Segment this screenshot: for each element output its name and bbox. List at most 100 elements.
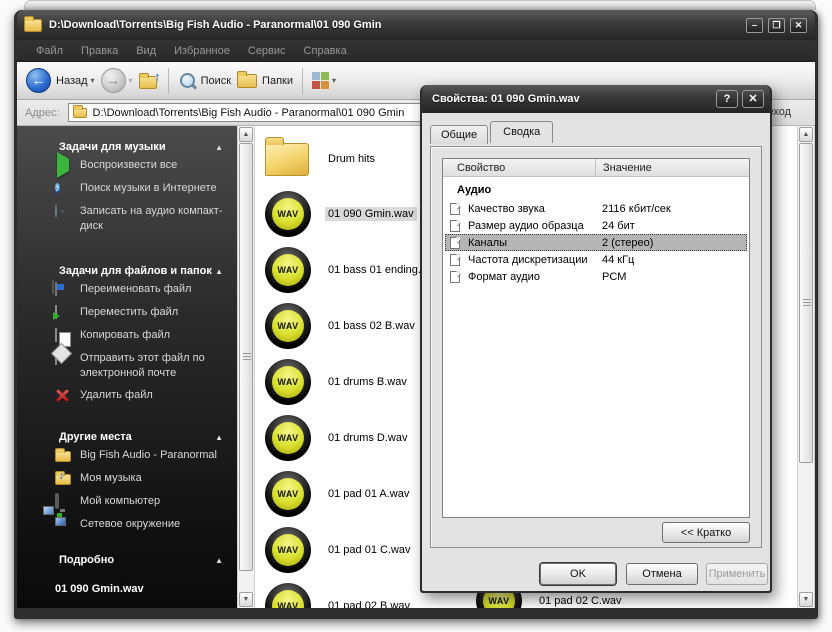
folder-icon [55,451,71,462]
dialog-body: Общие Сводка Свойство Значение Аудио Кач… [422,113,770,591]
collapse-icon[interactable]: ▲ [215,143,223,152]
maximize-button[interactable]: ❐ [768,18,785,33]
scroll-up-icon[interactable]: ▲ [239,127,253,142]
property-row-selected[interactable]: Каналы 2 (стерео) [445,234,747,251]
burn-cd-icon [55,204,57,218]
menu-favorites[interactable]: Избранное [165,45,239,57]
taskpane-scrollbar[interactable]: ▲ ▼ [237,126,255,608]
folders-button[interactable]: Папки [237,74,293,88]
close-button[interactable]: ✕ [790,18,807,33]
property-row[interactable]: Размер аудио образца 24 бит [445,217,747,234]
dialog-tabs: Общие Сводка [430,120,555,142]
wav-file-icon: WAV [265,359,311,405]
properties-list[interactable]: Свойство Значение Аудио Качество звука 2… [442,158,750,518]
tab-general[interactable]: Общие [430,125,488,144]
wav-file-icon: WAV [265,527,311,573]
property-doc-icon [450,237,460,249]
scroll-down-icon[interactable]: ▼ [799,592,813,607]
up-button[interactable]: ↑ [139,73,159,89]
search-button[interactable]: Поиск [178,72,231,90]
property-doc-icon [450,203,460,215]
place-network[interactable]: Сетевое окружение [17,515,237,535]
up-folder-icon: ↑ [139,73,159,89]
window-title: D:\Download\Torrents\Big Fish Audio - Pa… [49,19,741,31]
summary-tab-page: Свойство Значение Аудио Качество звука 2… [430,146,762,548]
column-value[interactable]: Значение [596,162,652,174]
rename-icon [55,282,57,296]
property-row[interactable]: Формат аудио PCM [445,268,747,285]
toolbar-separator [302,68,303,94]
column-property[interactable]: Свойство [443,159,596,176]
section-file-tasks[interactable]: Задачи для файлов и папок ▲ [17,262,237,280]
toolbar-separator [168,68,169,94]
views-button[interactable]: ▾ [312,72,336,89]
menu-view[interactable]: Вид [127,45,165,57]
wav-file-icon: WAV [265,471,311,517]
folder-icon [265,143,309,176]
selected-file-label[interactable]: 01 090 Gmin.wav [325,207,417,221]
task-search-music[interactable]: ♪ Поиск музыки в Интернете [17,179,237,199]
task-pane: Задачи для музыки ▲ Воспроизвести все ♪ … [17,126,237,608]
properties-dialog: Свойства: 01 090 Gmin.wav ? ✕ Общие Свод… [420,85,772,593]
wav-file-icon: WAV [265,247,311,293]
property-row[interactable]: Качество звука 2116 кбит/сек [445,200,747,217]
section-other-places[interactable]: Другие места ▲ [17,428,237,446]
task-copy-file[interactable]: Копировать файл [17,326,237,346]
scroll-up-icon[interactable]: ▲ [799,127,813,142]
title-bar[interactable]: D:\Download\Torrents\Big Fish Audio - Pa… [17,10,815,40]
menu-help[interactable]: Справка [295,45,356,57]
list-header: Свойство Значение [443,159,749,177]
section-music-tasks[interactable]: Задачи для музыки ▲ [17,138,237,156]
copy-file-icon [55,328,57,342]
details-file-name: 01 090 Gmin.wav [17,581,237,597]
menu-file[interactable]: Файл [27,45,72,57]
task-email-file[interactable]: Отправить этот файл по электронной почте [17,349,237,383]
internet-music-icon: ♪ [55,183,60,193]
collapse-icon[interactable]: ▲ [215,433,223,442]
wav-file-icon: WAV [265,191,311,237]
dialog-title-bar[interactable]: Свойства: 01 090 Gmin.wav ? ✕ [422,85,770,113]
scroll-down-icon[interactable]: ▼ [239,592,253,607]
menu-tools[interactable]: Сервис [239,45,295,57]
task-burn-cd[interactable]: Записать на аудио компакт-диск [17,202,237,236]
dialog-title: Свойства: 01 090 Gmin.wav [432,93,712,105]
scrollbar-thumb[interactable] [239,143,253,571]
tab-summary[interactable]: Сводка [490,121,553,143]
dialog-close-button[interactable]: ✕ [742,90,764,108]
address-folder-icon [73,108,87,118]
property-doc-icon [450,220,460,232]
wav-file-icon: WAV [265,583,311,608]
section-details[interactable]: Подробно ▲ [17,551,237,569]
scrollbar-thumb[interactable] [799,143,813,463]
ok-button[interactable]: OK [540,563,616,585]
minimize-button[interactable]: – [746,18,763,33]
search-icon [178,72,196,90]
collapse-icon[interactable]: ▲ [215,267,223,276]
property-doc-icon [450,254,460,266]
back-icon: ← [26,68,51,93]
forward-icon: → [101,68,126,93]
task-delete-file[interactable]: Удалить файл [17,386,237,406]
task-play-all[interactable]: Воспроизвести все [17,156,237,176]
cancel-button[interactable]: Отмена [626,563,698,585]
apply-button[interactable]: Применить [706,563,768,585]
forward-dropdown-icon: ▾ [129,76,133,85]
task-move-file[interactable]: Переместить файл [17,303,237,323]
my-music-icon: ♪ [55,471,73,487]
collapse-icon[interactable]: ▲ [215,556,223,565]
wav-file-icon: WAV [265,303,311,349]
menu-edit[interactable]: Правка [72,45,127,57]
property-row[interactable]: Частота дискретизации 44 кГц [445,251,747,268]
back-dropdown-icon[interactable]: ▾ [91,76,95,85]
brief-button[interactable]: << Кратко [662,522,750,543]
property-doc-icon [450,271,460,283]
task-rename-file[interactable]: Переименовать файл [17,280,237,300]
group-audio: Аудио [443,177,749,200]
place-my-music[interactable]: ♪ Моя музыка [17,469,237,489]
place-parent-folder[interactable]: Big Fish Audio - Paranormal [17,446,237,466]
views-dropdown-icon[interactable]: ▾ [332,76,336,85]
back-button[interactable]: ← Назад ▾ [26,68,95,93]
filelist-scrollbar[interactable]: ▲ ▼ [797,126,815,608]
help-button[interactable]: ? [716,90,738,108]
forward-button[interactable]: → ▾ [101,68,133,93]
